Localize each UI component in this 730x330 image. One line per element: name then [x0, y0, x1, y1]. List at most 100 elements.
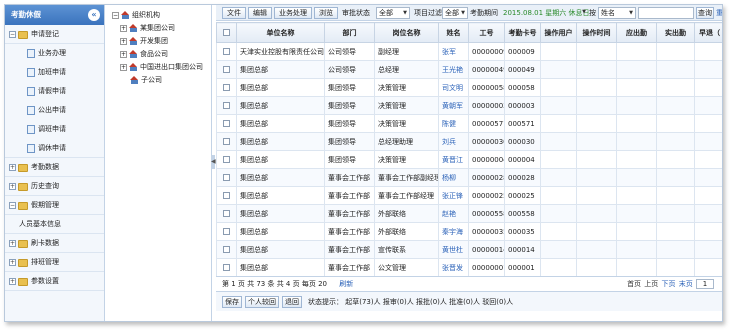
employee-name-cell[interactable]: 黄朝军: [438, 96, 469, 115]
sidebar-group-history[interactable]: + 历史查询: [5, 177, 104, 196]
table-row[interactable]: 集团总部 董事会工作部 外部联络 秦宇海 00000035 000035: [216, 222, 722, 241]
employee-name-cell[interactable]: 张晋发: [438, 258, 469, 277]
search-input[interactable]: [638, 7, 694, 19]
sidebar-group-card-data[interactable]: + 刷卡数据: [5, 234, 104, 253]
table-row[interactable]: 集团总部 公司领导 总经理 王光艳 00000049 000049: [216, 60, 722, 79]
return-button[interactable]: 退回: [282, 296, 302, 308]
collapse-toggle-icon[interactable]: −: [112, 11, 119, 19]
browse-menu-button[interactable]: 浏览: [314, 7, 338, 19]
tree-node-food[interactable]: + 食品公司: [120, 48, 168, 60]
table-row[interactable]: 集团总部 集团领导 决策管理 黄晋江 00000004 000004: [216, 150, 722, 169]
expand-toggle-icon[interactable]: +: [120, 50, 127, 58]
file-menu-button[interactable]: 文件: [222, 7, 246, 19]
search-field-select[interactable]: 姓名 ▼: [598, 7, 636, 19]
unit-cell: 集团总部: [236, 186, 325, 205]
expand-toggle-icon[interactable]: +: [9, 164, 16, 171]
prev-page-link[interactable]: 上页: [644, 280, 658, 288]
reset-button[interactable]: 重: [716, 8, 722, 18]
sidebar-item-leave[interactable]: 请假申请: [5, 82, 104, 101]
row-checkbox[interactable]: [223, 228, 230, 235]
edit-menu-button[interactable]: 编辑: [248, 7, 272, 19]
period-date-value[interactable]: 2015.08.01 星期六 休息日: [503, 8, 590, 18]
expand-toggle-icon[interactable]: +: [120, 63, 127, 71]
row-checkbox[interactable]: [223, 264, 230, 271]
tree-node-import-export[interactable]: + 中国进出口集团公司: [120, 61, 203, 73]
sidebar-group-apply[interactable]: − 申请登记: [5, 25, 104, 44]
employee-name-cell[interactable]: 秦宇海: [438, 222, 469, 241]
page-number-input[interactable]: 1: [696, 279, 714, 289]
table-row[interactable]: 集团总部 董事会工作部 外部联络 赵艳 00000558 000558: [216, 204, 722, 223]
table-row[interactable]: 集团总部 董事会工作部 公文管理 张晋发 00000001 000001: [216, 258, 722, 277]
first-page-link[interactable]: 首页: [627, 280, 641, 288]
table-row[interactable]: 集团总部 集团领导 总经理助理 刘兵 00000030 000030: [216, 132, 722, 151]
expand-toggle-icon[interactable]: +: [9, 259, 16, 266]
table-row[interactable]: 集团总部 董事会工作部 宣传联系 黄世杜 00000014 000014: [216, 240, 722, 259]
sidebar-group-attendance-data[interactable]: + 考勤数据: [5, 158, 104, 177]
personal-withdraw-button[interactable]: 个人较回: [245, 296, 279, 308]
row-checkbox[interactable]: [223, 66, 230, 73]
row-checkbox[interactable]: [223, 48, 230, 55]
table-row[interactable]: 集团总部 董事会工作部 董事会工作部经理 张正锋 00000025 000025: [216, 186, 722, 205]
expand-toggle-icon[interactable]: +: [120, 37, 127, 45]
empty-cell: [616, 78, 657, 97]
employee-name-cell[interactable]: 杨柳: [438, 168, 469, 187]
row-checkbox[interactable]: [223, 120, 230, 127]
select-all-checkbox[interactable]: [223, 29, 230, 36]
collapse-toggle-icon[interactable]: −: [9, 31, 16, 38]
employee-name-cell[interactable]: 陈健: [438, 114, 469, 133]
tree-node-dev-group[interactable]: + 开发集团: [120, 35, 168, 47]
empty-cell: [576, 222, 617, 241]
table-row[interactable]: 集团总部 董事会工作部 董事会工作部副经理 杨柳 00000028 000028: [216, 168, 722, 187]
employee-name-cell[interactable]: 黄世杜: [438, 240, 469, 259]
tree-node-company[interactable]: + 某集团公司: [120, 22, 175, 34]
tree-node-subsidiary[interactable]: 子公司: [130, 74, 162, 86]
employee-name-cell[interactable]: 黄晋江: [438, 150, 469, 169]
row-checkbox[interactable]: [223, 156, 230, 163]
expand-toggle-icon[interactable]: +: [9, 278, 16, 285]
next-page-link[interactable]: 下页: [662, 280, 676, 288]
sidebar-group-holiday[interactable]: − 假期管理: [5, 196, 104, 215]
period-dropdown-icon[interactable]: ▼: [578, 7, 588, 19]
employee-name-cell[interactable]: 赵艳: [438, 204, 469, 223]
last-page-link[interactable]: 末页: [679, 280, 693, 288]
collapse-sidebar-icon[interactable]: «: [88, 9, 100, 21]
business-menu-button[interactable]: 业务处理: [274, 7, 312, 19]
employee-name-cell[interactable]: 刘兵: [438, 132, 469, 151]
sidebar-item-business[interactable]: 业务办理: [5, 44, 104, 63]
empty-cell: [540, 150, 577, 169]
save-button[interactable]: 保存: [222, 296, 242, 308]
tree-node-root[interactable]: − 组织机构: [112, 9, 160, 21]
sidebar-item-comp-leave[interactable]: 调休申请: [5, 139, 104, 158]
expand-toggle-icon[interactable]: +: [9, 240, 16, 247]
refresh-link[interactable]: 刷新: [339, 280, 353, 288]
table-row[interactable]: 集团总部 集团领导 决策管理 黄朝军 00000003 000003: [216, 96, 722, 115]
expand-toggle-icon[interactable]: +: [120, 24, 127, 32]
sidebar-item-shift-swap[interactable]: 调班申请: [5, 120, 104, 139]
row-checkbox[interactable]: [223, 138, 230, 145]
page-size-value[interactable]: 20: [318, 280, 327, 288]
sidebar-group-scheduling[interactable]: + 排班管理: [5, 253, 104, 272]
project-filter-select[interactable]: 全部 ▼: [442, 7, 468, 19]
row-checkbox[interactable]: [223, 84, 230, 91]
row-checkbox[interactable]: [223, 210, 230, 217]
row-checkbox[interactable]: [223, 102, 230, 109]
employee-name-cell[interactable]: 张正锋: [438, 186, 469, 205]
table-row[interactable]: 集团总部 集团领导 决策管理 司文明 00000058 000058: [216, 78, 722, 97]
employee-name-cell[interactable]: 司文明: [438, 78, 469, 97]
row-checkbox[interactable]: [223, 174, 230, 181]
table-row[interactable]: 集团总部 集团领导 决策管理 陈健 00000571 000571: [216, 114, 722, 133]
row-checkbox[interactable]: [223, 246, 230, 253]
employee-name-cell[interactable]: 张军: [438, 42, 469, 61]
collapse-toggle-icon[interactable]: −: [9, 202, 16, 209]
employee-name-cell[interactable]: 王光艳: [438, 60, 469, 79]
table-row[interactable]: 天津实业控股有限责任公司 公司领导 副经理 张军 00000009 000009: [216, 42, 722, 61]
sidebar-item-overtime[interactable]: 加班申请: [5, 63, 104, 82]
sidebar-item-personnel[interactable]: 人员基本信息: [5, 215, 104, 234]
audit-status-select[interactable]: 全部 ▼: [376, 7, 410, 19]
expand-toggle-icon[interactable]: +: [9, 183, 16, 190]
panel-collapse-handle[interactable]: ◀: [211, 155, 216, 169]
sidebar-group-settings[interactable]: + 参数设置: [5, 272, 104, 291]
query-button[interactable]: 查询: [696, 7, 714, 19]
sidebar-item-business-trip[interactable]: 公出申请: [5, 101, 104, 120]
row-checkbox[interactable]: [223, 192, 230, 199]
